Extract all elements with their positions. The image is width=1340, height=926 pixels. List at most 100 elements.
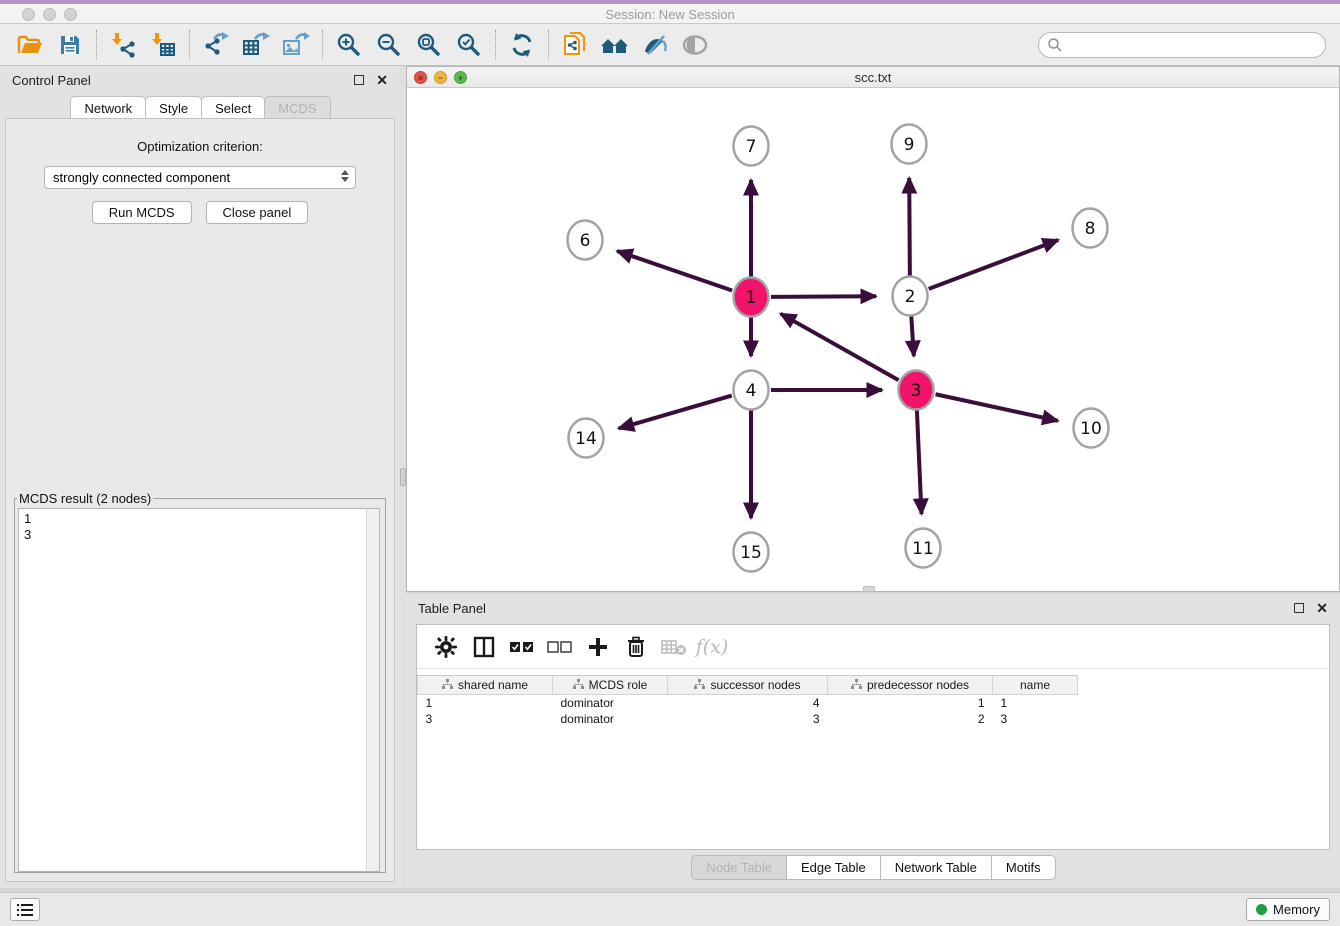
- tab-network[interactable]: Network: [70, 96, 146, 120]
- export-table-icon[interactable]: [239, 29, 273, 61]
- tab-node-table[interactable]: Node Table: [691, 855, 787, 880]
- graph-edge-2-8[interactable]: [929, 240, 1058, 289]
- graph-edge-4-14[interactable]: [619, 396, 732, 429]
- tab-select[interactable]: Select: [201, 96, 265, 120]
- zoom-out-icon[interactable]: [372, 29, 406, 61]
- save-session-icon[interactable]: [53, 29, 87, 61]
- graph-node-4[interactable]: 4: [734, 371, 769, 410]
- network-title: scc.txt: [407, 70, 1339, 85]
- node-table: shared nameMCDS rolesuccessor nodesprede…: [417, 675, 1078, 727]
- create-column-icon[interactable]: [583, 632, 613, 662]
- graph-node-14[interactable]: 14: [569, 419, 604, 458]
- column-header-MCDS-role[interactable]: MCDS role: [553, 676, 668, 695]
- delete-column-trash-icon[interactable]: [621, 632, 651, 662]
- export-network-icon[interactable]: [199, 29, 233, 61]
- table-cell[interactable]: 3: [418, 711, 553, 727]
- zoom-selected-icon[interactable]: [452, 29, 486, 61]
- zoom-in-icon[interactable]: [332, 29, 366, 61]
- graph-node-1[interactable]: 1: [734, 278, 769, 317]
- graph-node-10[interactable]: 10: [1074, 409, 1109, 448]
- graph-node-label: 15: [740, 543, 762, 563]
- search-icon: [1047, 37, 1063, 53]
- network-canvas[interactable]: 7 9 6 8 1 2 4 3 14 10 15 11: [407, 88, 1339, 591]
- mcds-result-line: 1: [24, 511, 379, 527]
- import-table-icon[interactable]: [146, 29, 180, 61]
- graph-edge-1-2[interactable]: [771, 296, 876, 297]
- table-cell[interactable]: 2: [828, 711, 993, 727]
- toolbar-separator: [96, 30, 97, 60]
- select-all-columns-icon[interactable]: [507, 632, 537, 662]
- float-panel-icon[interactable]: [354, 75, 364, 85]
- task-history-button[interactable]: [10, 898, 40, 921]
- table-panel: Table Panel ✕: [406, 594, 1340, 888]
- graph-node-9[interactable]: 9: [892, 125, 927, 164]
- tab-mcds[interactable]: MCDS: [264, 96, 330, 120]
- window-title: Session: New Session: [0, 7, 1340, 22]
- mcds-result-title: MCDS result (2 nodes): [17, 491, 153, 506]
- search-input[interactable]: [1063, 38, 1303, 53]
- zoom-fit-icon[interactable]: [412, 29, 446, 61]
- table-cell[interactable]: 1: [828, 695, 993, 711]
- tab-style[interactable]: Style: [145, 96, 202, 120]
- horizontal-splitter-grip[interactable]: [863, 586, 875, 592]
- close-table-panel-icon[interactable]: ✕: [1316, 603, 1328, 613]
- graph-node-label: 11: [912, 539, 934, 559]
- tab-network-table[interactable]: Network Table: [880, 855, 992, 880]
- optimization-criterion-select[interactable]: strongly connected component: [44, 166, 356, 189]
- open-session-icon[interactable]: [13, 29, 47, 61]
- delete-table-icon-disabled: [659, 632, 689, 662]
- table-cell[interactable]: 1: [418, 695, 553, 711]
- table-cell[interactable]: 4: [668, 695, 828, 711]
- clone-network-icon[interactable]: [558, 29, 592, 61]
- graph-node-label: 3: [911, 381, 922, 401]
- float-table-panel-icon[interactable]: [1294, 603, 1304, 613]
- hide-graphics-details-icon[interactable]: [638, 29, 672, 61]
- optimization-criterion-label: Optimization criterion:: [6, 139, 394, 154]
- show-columns-icon[interactable]: [469, 632, 499, 662]
- graph-edge-2-9[interactable]: [909, 178, 910, 276]
- close-panel-icon[interactable]: ✕: [376, 75, 388, 85]
- graph-edge-3-1[interactable]: [781, 314, 899, 380]
- graph-node-11[interactable]: 11: [906, 529, 941, 568]
- graph-edge-3-10[interactable]: [936, 394, 1058, 421]
- memory-button[interactable]: Memory: [1246, 898, 1330, 921]
- tab-motifs[interactable]: Motifs: [991, 855, 1056, 880]
- import-network-icon[interactable]: [106, 29, 140, 61]
- table-cell[interactable]: 3: [993, 711, 1078, 727]
- table-settings-gear-icon[interactable]: [431, 632, 461, 662]
- birds-eye-icon[interactable]: [678, 29, 712, 61]
- table-cell[interactable]: 1: [993, 695, 1078, 711]
- column-header-name[interactable]: name: [993, 676, 1078, 695]
- graph-node-3[interactable]: 3: [899, 371, 934, 410]
- apply-layout-icon[interactable]: [505, 29, 539, 61]
- table-tabs: Node Table Edge Table Network Table Moti…: [406, 855, 1340, 880]
- tab-edge-table[interactable]: Edge Table: [786, 855, 881, 880]
- column-header-successor-nodes[interactable]: successor nodes: [668, 676, 828, 695]
- toolbar-separator: [322, 30, 323, 60]
- result-scrollbar[interactable]: [366, 509, 379, 871]
- table-row[interactable]: 1dominator411: [418, 695, 1078, 711]
- table-cell[interactable]: dominator: [553, 711, 668, 727]
- graph-node-8[interactable]: 8: [1073, 209, 1108, 248]
- function-builder-icon-disabled: f(x): [697, 632, 727, 662]
- export-image-icon[interactable]: [279, 29, 313, 61]
- graph-node-6[interactable]: 6: [568, 221, 603, 260]
- graph-edge-2-3[interactable]: [911, 316, 914, 356]
- window-titlebar: Session: New Session: [0, 4, 1340, 24]
- close-panel-button[interactable]: Close panel: [206, 201, 309, 224]
- ndex-icon[interactable]: [598, 29, 632, 61]
- graph-node-2[interactable]: 2: [893, 277, 928, 316]
- table-row[interactable]: 3dominator323: [418, 711, 1078, 727]
- table-cell[interactable]: 3: [668, 711, 828, 727]
- graph-node-7[interactable]: 7: [734, 127, 769, 166]
- graph-node-15[interactable]: 15: [734, 533, 769, 572]
- run-mcds-button[interactable]: Run MCDS: [92, 201, 192, 224]
- graph-edge-3-11[interactable]: [917, 410, 922, 514]
- status-bar: Memory: [0, 892, 1340, 926]
- column-header-shared-name[interactable]: shared name: [418, 676, 553, 695]
- graph-edge-1-6[interactable]: [617, 251, 732, 290]
- mcds-result-text[interactable]: 13: [18, 508, 380, 872]
- table-cell[interactable]: dominator: [553, 695, 668, 711]
- deselect-all-columns-icon[interactable]: [545, 632, 575, 662]
- column-header-predecessor-nodes[interactable]: predecessor nodes: [828, 676, 993, 695]
